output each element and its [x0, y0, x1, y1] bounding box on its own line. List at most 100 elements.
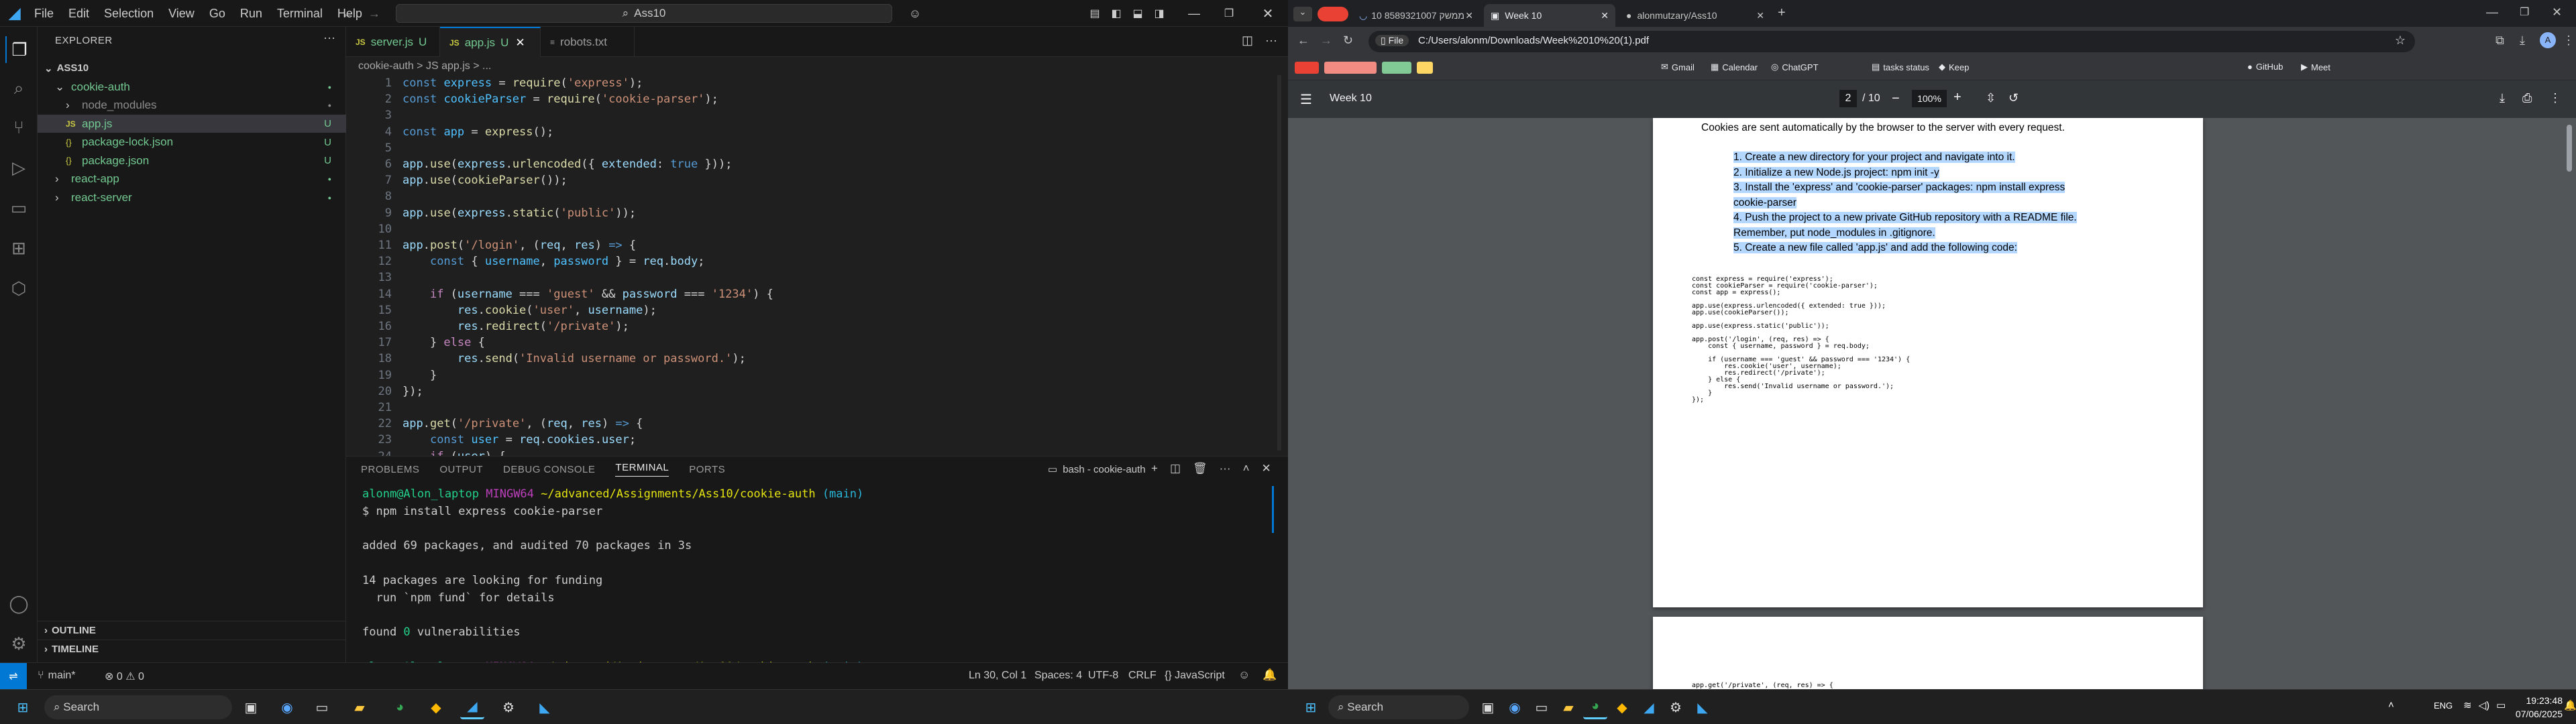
code-line[interactable]: const cookieParser = require('cookie-par…	[402, 91, 718, 107]
chrome-icon[interactable]: ◕	[388, 695, 412, 719]
settings-gear-icon[interactable]: ⚙	[5, 630, 32, 657]
close-tab-icon[interactable]: ✕	[515, 36, 525, 50]
timeline-section[interactable]: › TIMELINE	[38, 640, 346, 658]
workspace-root[interactable]: ⌄ ASS10	[38, 59, 346, 77]
rotate-icon[interactable]: ↺	[2008, 91, 2019, 105]
copilot-icon[interactable]: ◉	[275, 695, 299, 719]
code-line[interactable]: const express = require('express');	[402, 75, 643, 91]
code-line[interactable]: if (username === 'guest' && password ===…	[402, 286, 773, 302]
extensions-icon[interactable]: ⊞	[5, 235, 32, 261]
reload-icon[interactable]: ↻	[1343, 34, 1353, 48]
cursor-position[interactable]: Ln 30, Col 1	[969, 670, 1026, 682]
panel-tab-ports[interactable]: PORTS	[689, 464, 725, 475]
indentation[interactable]: Spaces: 4	[1034, 670, 1082, 682]
git-branch[interactable]: ⑂ main*	[38, 670, 76, 682]
taskbar-search[interactable]: ⌕ Search	[1328, 695, 1469, 719]
menu-item-file[interactable]: File	[27, 7, 61, 21]
forward-arrow-icon[interactable]: →	[366, 5, 382, 21]
browser-tab-active[interactable]: ▣ Week 10 ✕	[1484, 4, 1615, 27]
bookmark-folder-chip[interactable]	[1417, 62, 1433, 74]
problems-count[interactable]: ⊗ 0 ⚠ 0	[105, 670, 144, 683]
close-panel-icon[interactable]: ✕	[1262, 462, 1271, 475]
code-line[interactable]: app.get('/private', (req, res) => {	[402, 416, 643, 432]
more-actions-icon[interactable]: ···	[1265, 34, 1277, 48]
tree-item-package-lock-json[interactable]: {} package-lock.json U	[38, 133, 346, 152]
downloads-icon[interactable]: ⤓	[2520, 34, 2525, 48]
zoom-input[interactable]: 100%	[1912, 90, 1947, 107]
tree-item-cookie-auth[interactable]: ⌄ cookie-auth ●	[38, 78, 346, 96]
copilot-status-icon[interactable]: ☺	[1238, 668, 1250, 682]
tab-group-chip[interactable]	[1318, 7, 1348, 21]
settings-gear-icon[interactable]: ⚙	[1664, 695, 1688, 719]
bookmark-item[interactable]: ● GitHub	[2247, 62, 2283, 72]
terminal-selector[interactable]: ▭ bash - cookie-auth	[1048, 463, 1146, 476]
close-icon[interactable]: ✕	[1254, 4, 1281, 23]
bookmark-item[interactable]: ▤ tasks status	[1872, 62, 1929, 72]
bookmark-folder-chip[interactable]	[1382, 62, 1411, 74]
remote-indicator-icon[interactable]: ⇌	[0, 663, 27, 689]
containers-icon[interactable]: ⬡	[5, 275, 32, 302]
menu-item-go[interactable]: Go	[202, 7, 233, 21]
tree-item-package-json[interactable]: {} package.json U	[38, 152, 346, 170]
vscode-taskbar-icon[interactable]: ◢	[1637, 695, 1661, 719]
source-control-icon[interactable]: ⑂	[5, 114, 32, 141]
remote-explorer-icon[interactable]: ▭	[5, 194, 32, 221]
terminal-icon[interactable]: ▭	[1529, 695, 1554, 719]
bookmark-folder-chip[interactable]	[1295, 62, 1319, 74]
tree-item-node-modules[interactable]: › node_modules ●	[38, 97, 346, 115]
tree-item-react-server[interactable]: › react-server ●	[38, 188, 346, 206]
menu-item-selection[interactable]: Selection	[97, 7, 161, 21]
app-icon[interactable]: ◣	[533, 695, 557, 719]
back-arrow-icon[interactable]: ←	[1297, 34, 1309, 48]
panel-tab-problems[interactable]: PROBLEMS	[361, 464, 419, 475]
download-icon[interactable]: ⤓	[2500, 91, 2505, 105]
run-debug-icon[interactable]: ▷	[5, 154, 32, 181]
maximize-icon[interactable]: ❐	[1216, 4, 1242, 23]
pdf-scrollbar[interactable]	[2567, 125, 2572, 172]
close-tab-icon[interactable]: ✕	[1756, 10, 1764, 21]
breadcrumb[interactable]: cookie-auth > JS app.js > ...	[358, 60, 491, 72]
url-scheme-chip[interactable]: ▯ File	[1375, 35, 1409, 46]
menu-item-terminal[interactable]: Terminal	[270, 7, 330, 21]
copilot-icon[interactable]: ☺	[906, 5, 924, 21]
fit-page-icon[interactable]: ⇳	[1986, 91, 1996, 105]
menu-item-run[interactable]: Run	[233, 7, 270, 21]
maximize-icon[interactable]: ❐	[2520, 5, 2529, 19]
code-line[interactable]: const { username, password } = req.body;	[402, 253, 705, 269]
bookmark-item[interactable]: ▦ Calendar	[1711, 62, 1758, 72]
line-ending[interactable]: CRLF	[1128, 670, 1157, 682]
git-bash-icon[interactable]: ◆	[1610, 695, 1634, 719]
editor-tab[interactable]: ≡ robots.txt	[541, 27, 635, 57]
browser-tab[interactable]: ◡10 יונוי: ממשק 8589321007✕	[1352, 4, 1480, 27]
tree-item-react-app[interactable]: › react-app ●	[38, 170, 346, 188]
trash-icon[interactable]: 🗑	[1193, 462, 1208, 475]
account-icon[interactable]: ◯	[5, 590, 32, 617]
app-icon[interactable]: ◣	[1690, 695, 1715, 719]
close-tab-icon[interactable]: ✕	[1601, 10, 1609, 21]
editor-tab[interactable]: JS server.js U	[346, 27, 440, 57]
code-line[interactable]: }	[402, 367, 437, 383]
encoding[interactable]: UTF-8	[1088, 670, 1118, 682]
tray-chevron-icon[interactable]: ˄	[2388, 699, 2394, 711]
close-icon[interactable]: ✕	[2552, 5, 2562, 19]
panel-tab-debug-console[interactable]: DEBUG CONSOLE	[503, 464, 595, 475]
bookmark-item[interactable]: ▶ Meet	[2301, 62, 2330, 72]
settings-gear-icon[interactable]: ⚙	[496, 695, 521, 719]
bookmark-item[interactable]: ◆ Keep	[1939, 62, 1969, 72]
menu-item-edit[interactable]: Edit	[61, 7, 97, 21]
task-view-icon[interactable]: ▣	[239, 695, 263, 719]
close-tab-icon[interactable]: ✕	[1465, 10, 1473, 21]
editor-scrollbar[interactable]	[1277, 75, 1281, 450]
bookmark-item[interactable]: ✉ Gmail	[1661, 62, 1695, 72]
language-indicator[interactable]: ENG	[2434, 701, 2453, 711]
bookmark-star-icon[interactable]: ☆	[2395, 34, 2406, 48]
toggle-sidebar-icon[interactable]: ◧	[1108, 5, 1124, 21]
vscode-taskbar-icon[interactable]: ◢	[460, 695, 484, 719]
split-editor-icon[interactable]: ◫	[1242, 34, 1253, 48]
pdf-viewport[interactable]: Cookies are sent automatically by the br…	[1288, 118, 2576, 689]
url-field[interactable]: ▯ File C:/Users/alonm/Downloads/Week%201…	[1368, 31, 2415, 52]
print-icon[interactable]: ⎙	[2522, 91, 2532, 105]
toggle-secondary-sidebar-icon[interactable]: ◨	[1151, 5, 1167, 21]
copilot-icon[interactable]: ◉	[1503, 695, 1527, 719]
new-tab-icon[interactable]: +	[1778, 5, 1786, 21]
